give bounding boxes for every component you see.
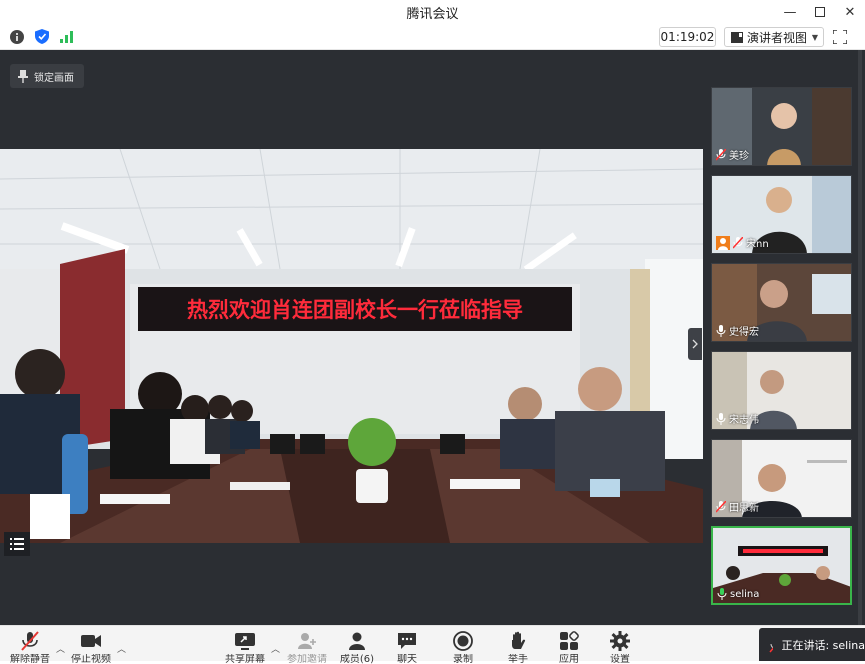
signal-icon	[60, 30, 73, 43]
top-toolbar: 01:19:02 演讲者视图 ▼	[0, 24, 865, 50]
members-label: 成员(6)	[339, 654, 375, 664]
mic-muted-icon	[769, 643, 774, 652]
speaker-view-icon	[731, 31, 743, 43]
participant-name: 田思新	[729, 503, 759, 514]
chevron-up-icon[interactable]: ︿	[271, 642, 280, 655]
info-button[interactable]	[9, 29, 25, 45]
share-screen-button[interactable]: 共享屏幕	[220, 630, 270, 664]
maximize-button[interactable]	[805, 0, 835, 24]
mic-icon	[716, 412, 726, 425]
unmute-label: 解除静音	[10, 654, 50, 664]
unmute-button[interactable]: 解除静音	[5, 630, 55, 664]
invite-label: 参加邀请	[287, 654, 327, 664]
lock-screen-button[interactable]: 锁定画面	[10, 64, 84, 88]
settings-label: 设置	[610, 654, 630, 664]
stop-video-label: 停止视频	[71, 654, 111, 664]
conference-room-scene: 热烈欢迎肖连团副校长一行莅临指导	[0, 149, 703, 543]
participant-name: 美珍	[729, 151, 749, 162]
view-mode-dropdown[interactable]: 演讲者视图 ▼	[724, 27, 824, 47]
maximize-icon	[815, 7, 825, 17]
bottom-toolbar: 解除静音 ︿ 停止视频 ︿ 共享屏幕 ︿ 参加邀请 成员(6) 聊天 录制 举手…	[0, 625, 865, 664]
apps-icon	[560, 631, 579, 650]
pin-icon	[18, 69, 28, 83]
raise-hand-label: 举手	[508, 654, 528, 664]
close-button[interactable]: ✕	[835, 0, 865, 24]
add-user-icon	[298, 633, 316, 649]
speaking-label: 正在讲话: selina	[781, 638, 865, 652]
fullscreen-icon	[832, 29, 848, 45]
share-screen-icon	[235, 633, 255, 650]
invite-button[interactable]: 参加邀请	[282, 630, 332, 664]
led-banner-text: 热烈欢迎肖连团副校长一行莅临指导	[187, 298, 523, 322]
participant-tile[interactable]: 史得宏	[711, 263, 852, 342]
apps-label: 应用	[559, 654, 579, 664]
record-icon	[453, 631, 473, 651]
participant-name: 史得宏	[729, 327, 759, 338]
chat-button[interactable]: 聊天	[382, 630, 432, 664]
sidebar-scrollbar[interactable]	[858, 50, 862, 625]
title-bar: 腾讯会议 — ✕	[0, 0, 865, 24]
settings-button[interactable]: 设置	[595, 630, 645, 664]
apps-button[interactable]: 应用	[544, 630, 594, 664]
participant-name: selina	[730, 588, 760, 600]
stop-video-button[interactable]: 停止视频	[66, 630, 116, 664]
participant-tile[interactable]: 宋志伟	[711, 351, 852, 430]
avatar-icon	[716, 235, 730, 250]
raise-hand-button[interactable]: 举手	[493, 630, 543, 664]
mic-muted-icon	[21, 631, 39, 651]
meeting-timer: 01:19:02	[659, 27, 716, 47]
shared-video-stream: 热烈欢迎肖连团副校长一行莅临指导	[0, 149, 703, 543]
mic-active-icon	[717, 588, 727, 600]
participant-name: 宋nn	[746, 239, 769, 250]
share-screen-label: 共享屏幕	[225, 654, 265, 664]
participant-tile[interactable]: 宋nn	[711, 175, 852, 254]
fullscreen-button[interactable]	[832, 29, 849, 45]
chat-icon	[398, 633, 416, 649]
mic-muted-icon	[733, 236, 743, 249]
close-icon: ✕	[844, 4, 856, 20]
participant-tile-active[interactable]: selina	[711, 526, 852, 605]
mic-muted-icon	[716, 500, 726, 513]
chevron-up-icon[interactable]: ︿	[56, 642, 65, 655]
participant-tile[interactable]: 美珍	[711, 87, 852, 166]
speaking-indicator: 正在讲话: selina	[759, 628, 865, 661]
info-icon	[10, 29, 24, 44]
chat-label: 聊天	[397, 654, 417, 664]
record-label: 录制	[453, 654, 473, 664]
chevron-right-icon	[692, 339, 698, 349]
participant-tile[interactable]: 田思新	[711, 439, 852, 518]
layout-list-button[interactable]	[4, 532, 30, 556]
participant-name: 宋志伟	[729, 415, 759, 426]
record-button[interactable]: 录制	[438, 630, 488, 664]
shield-icon	[35, 29, 49, 44]
view-mode-label: 演讲者视图	[747, 30, 808, 45]
minimize-button[interactable]: —	[775, 0, 805, 24]
lock-screen-label: 锁定画面	[34, 72, 74, 84]
hand-icon	[512, 631, 526, 649]
list-icon	[10, 538, 24, 550]
participant-sidebar: 美珍 宋nn 史得宏 宋志伟 田思新 selina	[703, 50, 865, 625]
minimize-icon: —	[783, 4, 797, 20]
window-controls: — ✕	[775, 0, 865, 24]
gear-icon	[610, 631, 630, 651]
chevron-down-icon: ▼	[811, 32, 818, 42]
mic-muted-icon	[716, 148, 726, 161]
camera-icon	[81, 635, 101, 647]
window-title: 腾讯会议	[406, 6, 459, 22]
security-button[interactable]	[34, 29, 50, 45]
mic-icon	[716, 324, 726, 337]
main-video-area: 锁定画面 热烈欢迎肖连团副校长一行莅临指导	[0, 50, 703, 625]
collapse-sidebar-handle[interactable]	[688, 328, 702, 360]
members-button[interactable]: 成员(6)	[332, 630, 382, 664]
chevron-up-icon[interactable]: ︿	[117, 642, 126, 655]
members-icon	[349, 632, 365, 650]
network-button[interactable]	[59, 29, 75, 45]
